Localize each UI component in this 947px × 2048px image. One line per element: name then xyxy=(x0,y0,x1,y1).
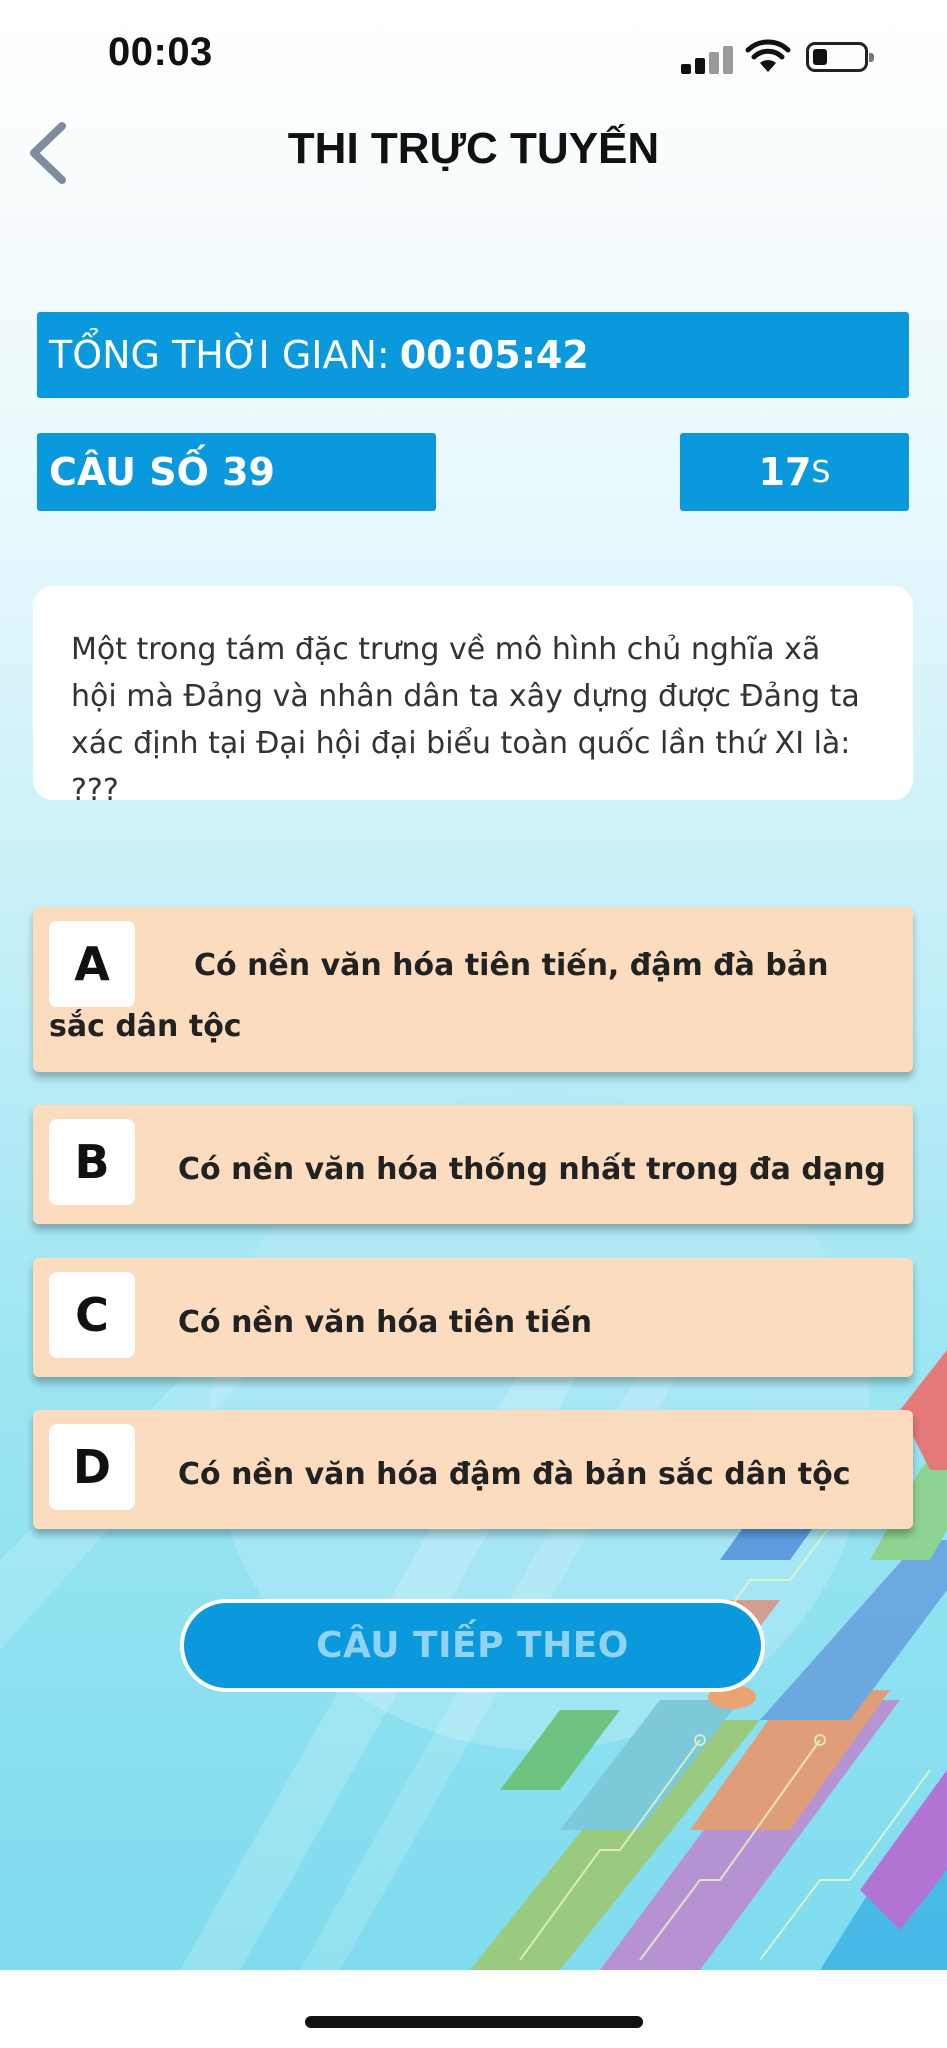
answer-option-letter: B xyxy=(49,1119,135,1205)
answer-option-c[interactable]: C Có nền văn hóa tiên tiến xyxy=(33,1258,913,1377)
total-time-value: 00:05:42 xyxy=(399,333,589,377)
next-question-button[interactable]: CÂU TIẾP THEO xyxy=(180,1599,765,1692)
answer-option-a[interactable]: Có nền văn hóa tiên tiến, đậm đà bản sắc… xyxy=(33,907,913,1072)
answer-option-d[interactable]: D Có nền văn hóa đậm đà bản sắc dân tộc xyxy=(33,1410,913,1529)
answer-option-letter: A xyxy=(49,921,135,1007)
battery-icon xyxy=(806,42,874,72)
cellular-signal-icon xyxy=(681,46,733,74)
wifi-icon xyxy=(745,39,791,72)
answer-option-text: Có nền văn hóa đậm đà bản sắc dân tộc xyxy=(178,1457,851,1492)
home-indicator-area xyxy=(0,1970,947,2048)
countdown-timer: 17 S xyxy=(680,433,909,511)
page-title: THI TRỰC TUYẾN xyxy=(287,124,660,173)
answer-option-text: Có nền văn hóa tiên tiến, đậm đà bản sắc… xyxy=(49,948,829,1044)
answer-option-letter: D xyxy=(49,1424,135,1510)
countdown-value: 17 xyxy=(758,450,812,494)
answer-option-letter: C xyxy=(49,1272,135,1358)
status-bar-time: 00:03 xyxy=(108,30,213,74)
home-indicator[interactable] xyxy=(305,2016,643,2028)
question-text: Một trong tám đặc trưng về mô hình chủ n… xyxy=(71,632,860,808)
answer-option-text: Có nền văn hóa thống nhất trong đa dạng xyxy=(178,1152,886,1187)
answer-option-text: Có nền văn hóa tiên tiến xyxy=(178,1305,592,1340)
total-time-bar: TỔNG THỜI GIAN: 00:05:42 xyxy=(37,312,909,398)
answer-option-b[interactable]: B Có nền văn hóa thống nhất trong đa dạn… xyxy=(33,1105,913,1224)
total-time-label: TỔNG THỜI GIAN: xyxy=(49,333,390,377)
countdown-unit: S xyxy=(811,454,831,490)
question-card: Một trong tám đặc trưng về mô hình chủ n… xyxy=(33,586,913,808)
question-number: CÂU SỐ 39 xyxy=(37,433,436,511)
